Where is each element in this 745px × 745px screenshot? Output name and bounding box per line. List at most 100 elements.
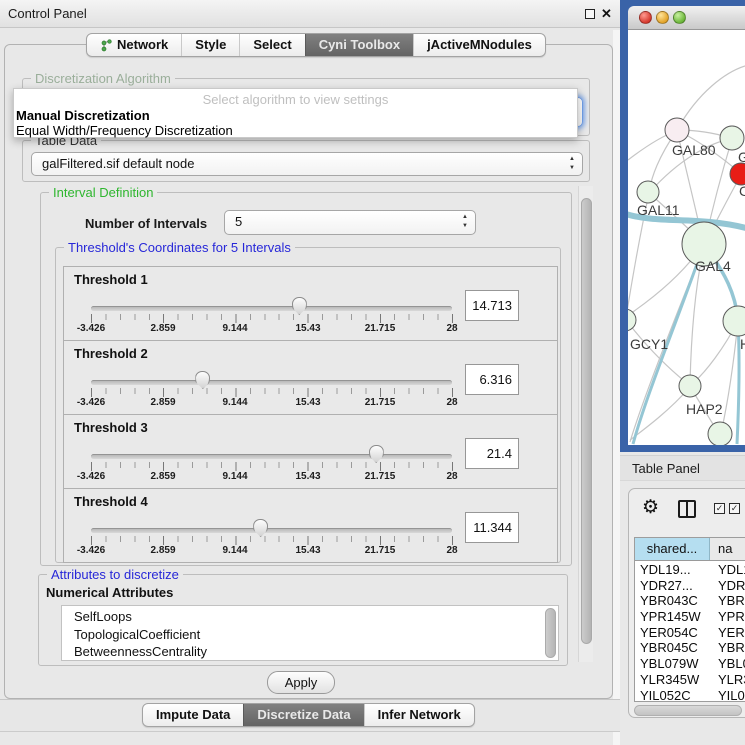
split-columns-icon[interactable]	[678, 500, 696, 518]
node-gal80[interactable]	[665, 118, 689, 142]
option-equal-width-frequency[interactable]: Equal Width/Frequency Discretization	[16, 123, 233, 138]
threshold-4-slider-track[interactable]	[91, 528, 452, 533]
table-row[interactable]: YDR27...YDR2	[635, 578, 745, 594]
table-row[interactable]: YER054CYER0	[635, 625, 745, 641]
column-header-name[interactable]: na	[710, 538, 745, 560]
table-row[interactable]: YIL052CYIL0	[635, 688, 745, 703]
svg-text:HAP2: HAP2	[686, 401, 723, 417]
column-header-shared-name[interactable]: shared...	[635, 538, 710, 560]
tab-cyni-toolbox[interactable]: Cyni Toolbox	[305, 34, 413, 56]
threshold-4-label: Threshold 4	[74, 494, 148, 509]
threshold-2-row: Threshold 2 -3.426 2.859 9.144 15.43 21.…	[63, 340, 558, 415]
float-window-icon[interactable]	[585, 9, 595, 19]
checkbox-icon[interactable]: ✓	[729, 503, 740, 514]
scale-label: 2.859	[150, 545, 175, 556]
threshold-4-slider-thumb[interactable]	[253, 519, 268, 537]
node-gcy1[interactable]	[628, 309, 636, 331]
zoom-button[interactable]	[673, 11, 686, 24]
minimize-button[interactable]	[656, 11, 669, 24]
close-icon[interactable]: ✕	[601, 5, 612, 23]
tab-select[interactable]: Select	[239, 34, 304, 56]
tab-style[interactable]: Style	[181, 34, 239, 56]
tab-network[interactable]: Network	[87, 34, 181, 56]
node-top-right[interactable]	[720, 126, 744, 150]
threshold-1-value-field[interactable]: 14.713	[465, 290, 519, 321]
scale-label: 9.144	[222, 545, 247, 556]
table-row[interactable]: YBL079WYBL0	[635, 656, 745, 672]
node-hap2[interactable]	[679, 375, 701, 397]
network-canvas[interactable]: GAL80 GA C GAL11 GAL4 GCY1 H HAP2	[628, 30, 745, 445]
tab-jactivemnodules[interactable]: jActiveMNodules	[413, 34, 545, 56]
scale-label: 21.715	[365, 545, 396, 556]
threshold-1-label: Threshold 1	[74, 272, 148, 287]
threshold-rows: Threshold 1 -3.426 2.859 9.144 15.43 21.…	[63, 266, 558, 564]
list-item[interactable]: SelfLoops	[74, 608, 558, 626]
table-row[interactable]: YBR043CYBR0	[635, 593, 745, 609]
svg-text:GAL11: GAL11	[637, 202, 680, 218]
scale-label: 28	[446, 323, 457, 334]
scale-label: 2.859	[150, 397, 175, 408]
svg-text:H: H	[740, 336, 745, 352]
tab-discretize-data[interactable]: Discretize Data	[243, 704, 363, 726]
node-gal11[interactable]	[637, 181, 659, 203]
close-button[interactable]	[639, 11, 652, 24]
table-row[interactable]: YLR345WYLR3	[635, 672, 745, 688]
thresholds-group: Threshold's Coordinates for 5 Intervals …	[55, 247, 561, 563]
numerical-attributes-label: Numerical Attributes	[46, 585, 173, 600]
threshold-1-row: Threshold 1 -3.426 2.859 9.144 15.43 21.…	[63, 266, 558, 341]
threshold-3-value-field[interactable]: 21.4	[465, 438, 519, 469]
scale-label: 28	[446, 471, 457, 482]
list-scrollbar[interactable]	[545, 608, 556, 658]
gear-icon[interactable]: ⚙	[642, 496, 659, 519]
threshold-3-label: Threshold 3	[74, 420, 148, 435]
threshold-4-row: Threshold 4 -3.426 2.859 9.144 15.43 21.…	[63, 488, 558, 563]
table-panel-window: ⚙ ✓ ✓ shared... na YDL19...YDL1 YDR27...…	[628, 488, 745, 718]
threshold-2-value-field[interactable]: 6.316	[465, 364, 519, 395]
table-row[interactable]: YPR145WYPR1	[635, 609, 745, 625]
scale-label: -3.426	[77, 471, 105, 482]
network-window-titlebar[interactable]	[628, 6, 745, 30]
threshold-1-slider-track[interactable]	[91, 306, 452, 311]
table-row[interactable]: YDL19...YDL1	[635, 562, 745, 578]
node-bottom[interactable]	[708, 422, 732, 445]
num-intervals-combobox[interactable]: 5 ▲▼	[224, 210, 476, 235]
threshold-4-value-field[interactable]: 11.344	[465, 512, 519, 543]
scale-label: -3.426	[77, 397, 105, 408]
list-item[interactable]: BetweennessCentrality	[74, 643, 558, 661]
option-manual-discretization[interactable]: Manual Discretization	[16, 108, 150, 123]
control-panel-titlebar: Control Panel ✕	[0, 0, 620, 28]
threshold-3-slider-track[interactable]	[91, 454, 452, 459]
apply-button[interactable]: Apply	[267, 671, 335, 694]
node-right[interactable]	[723, 306, 745, 336]
scale-label: -3.426	[77, 323, 105, 334]
network-graph: GAL80 GA C GAL11 GAL4 GCY1 H HAP2	[628, 30, 745, 445]
horizontal-scrollbar[interactable]	[634, 705, 742, 716]
table-panel-title: Table Panel	[632, 456, 700, 482]
interval-definition-group: Interval Definition Number of Intervals …	[40, 192, 572, 566]
scale-label: 9.144	[222, 397, 247, 408]
panel-scrollbar[interactable]	[578, 186, 593, 662]
table-data-combobox[interactable]: galFiltered.sif default node ▲▼	[31, 152, 583, 176]
num-intervals-label: Number of Intervals	[85, 216, 207, 231]
checkbox-icon[interactable]: ✓	[714, 503, 725, 514]
scale-label: 21.715	[365, 397, 396, 408]
network-icon	[100, 39, 112, 52]
threshold-2-slider-thumb[interactable]	[195, 371, 210, 389]
scrollbar-thumb[interactable]	[581, 198, 592, 644]
threshold-2-slider-track[interactable]	[91, 380, 452, 385]
table-row[interactable]: YBR045CYBR0	[635, 640, 745, 656]
attributes-group: Attributes to discretize Numerical Attri…	[38, 574, 568, 666]
threshold-1-slider-thumb[interactable]	[292, 297, 307, 315]
scale-label: 9.144	[222, 323, 247, 334]
group-legend: Threshold's Coordinates for 5 Intervals	[64, 240, 295, 255]
attributes-list: SelfLoops TopologicalCoefficient Between…	[61, 605, 559, 661]
scale-label: 28	[446, 397, 457, 408]
scale-label: 15.43	[295, 545, 320, 556]
tab-infer-network[interactable]: Infer Network	[364, 704, 474, 726]
tab-impute-data[interactable]: Impute Data	[143, 704, 243, 726]
svg-text:GAL80: GAL80	[672, 142, 716, 158]
scale-label: 28	[446, 545, 457, 556]
svg-text:GCY1: GCY1	[630, 336, 668, 352]
threshold-3-slider-thumb[interactable]	[369, 445, 384, 463]
list-item[interactable]: TopologicalCoefficient	[74, 626, 558, 644]
